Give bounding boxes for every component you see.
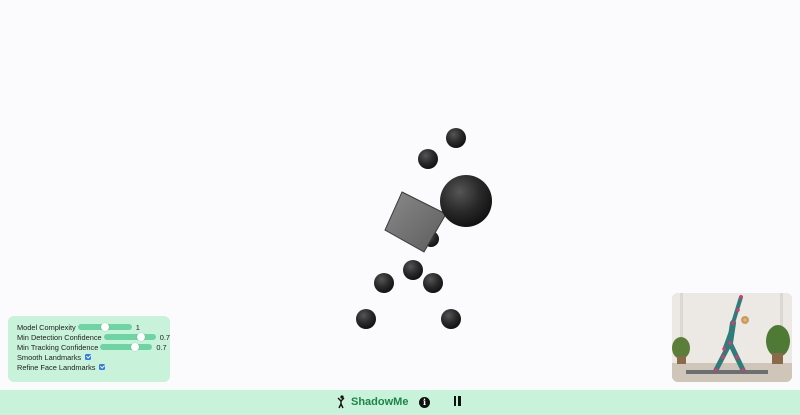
slider-thumb[interactable]	[136, 333, 145, 341]
bottom-bar: ShadowMe i	[0, 390, 800, 415]
min-tracking-confidence-value: 0.7	[156, 342, 167, 352]
smooth-landmarks-checkbox[interactable]	[85, 354, 92, 360]
slider-thumb[interactable]	[131, 343, 140, 351]
landmark-sphere	[446, 128, 466, 148]
landmark-sphere	[374, 273, 394, 293]
model-complexity-slider[interactable]	[77, 323, 132, 331]
pause-icon[interactable]	[452, 396, 462, 407]
model-complexity-label: Model Complexity	[17, 322, 76, 332]
video-preview	[672, 293, 792, 382]
landmark-sphere	[423, 273, 443, 293]
min-detection-confidence-slider[interactable]	[103, 333, 156, 341]
model-complexity-row: Model Complexity 1	[17, 322, 170, 332]
min-detection-confidence-row: Min Detection Confidence 0.7	[17, 332, 170, 342]
settings-panel: Model Complexity 1 Min Detection Confide…	[8, 316, 170, 382]
landmark-sphere	[418, 149, 438, 169]
landmark-sphere	[403, 260, 423, 280]
brand[interactable]: ShadowMe	[336, 395, 408, 409]
min-detection-confidence-value: 0.7	[159, 332, 170, 342]
min-tracking-confidence-slider[interactable]	[100, 343, 153, 351]
min-tracking-confidence-row: Min Tracking Confidence 0.7	[17, 342, 170, 352]
landmark-sphere	[441, 309, 461, 329]
refine-face-landmarks-label: Refine Face Landmarks	[17, 362, 96, 372]
smooth-landmarks-row: Smooth Landmarks	[17, 352, 170, 362]
min-detection-confidence-label: Min Detection Confidence	[17, 332, 102, 342]
head-sphere	[440, 175, 492, 227]
landmark-sphere	[356, 309, 376, 329]
slider-thumb[interactable]	[100, 323, 109, 331]
model-complexity-value: 1	[135, 322, 140, 332]
refine-face-landmarks-row: Refine Face Landmarks	[17, 362, 170, 372]
info-icon[interactable]: i	[419, 397, 430, 408]
brand-name: ShadowMe	[351, 396, 409, 408]
refine-face-landmarks-checkbox[interactable]	[99, 364, 106, 370]
min-tracking-confidence-label: Min Tracking Confidence	[17, 342, 99, 352]
stick-figure-icon	[337, 395, 345, 409]
smooth-landmarks-label: Smooth Landmarks	[17, 352, 82, 362]
